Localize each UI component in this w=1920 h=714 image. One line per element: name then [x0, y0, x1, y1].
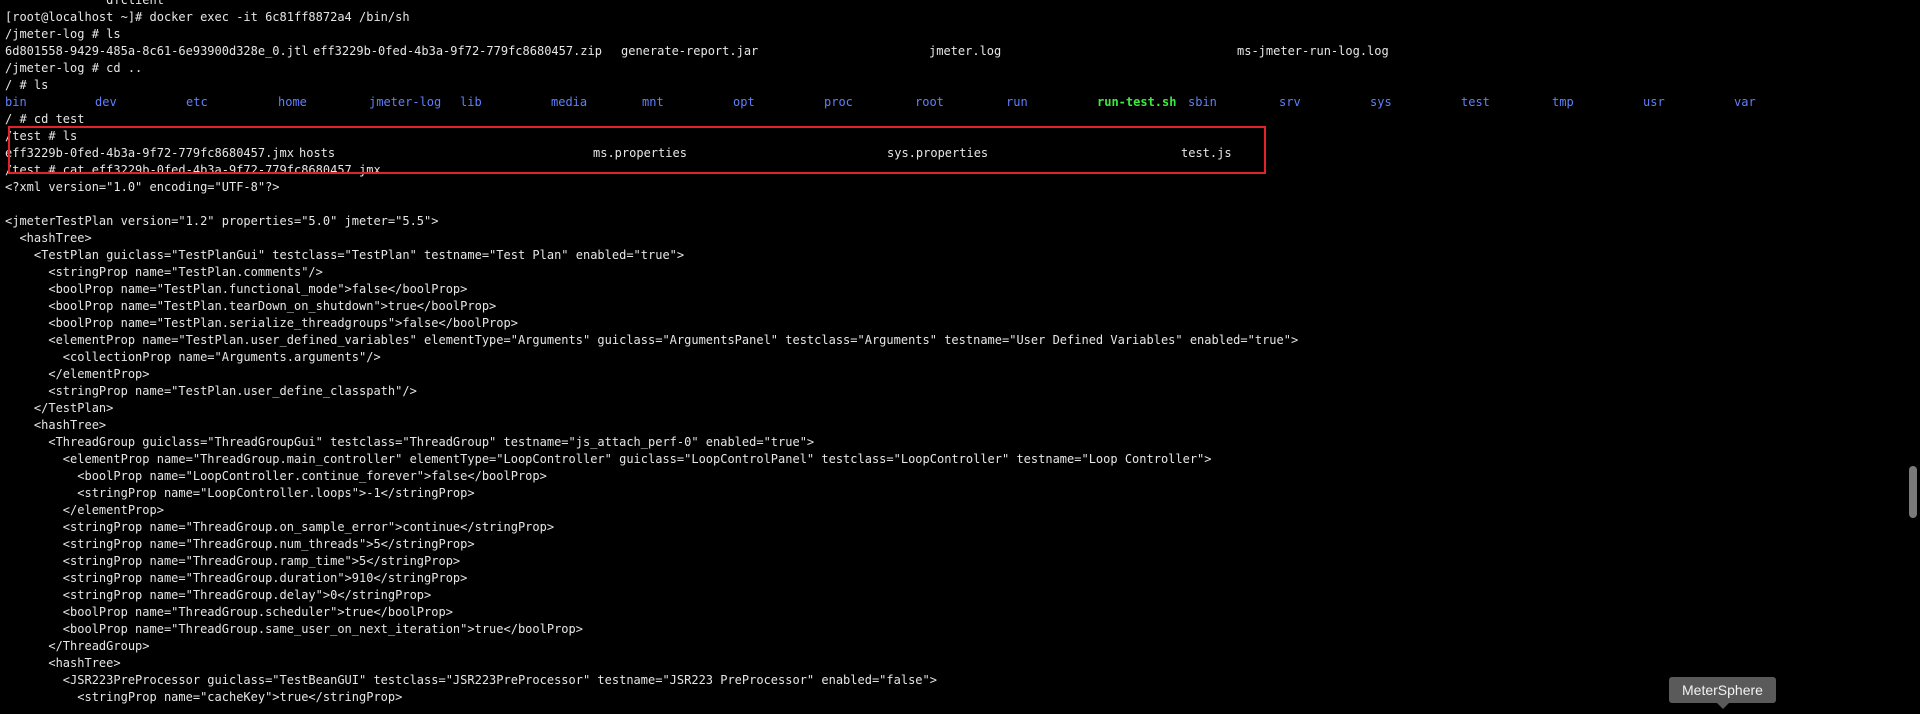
terminal-line: /jmeter-log # ls — [5, 27, 121, 41]
xml-line: <TestPlan guiclass="TestPlanGui" testcla… — [5, 248, 685, 262]
xml-line: <boolProp name="TestPlan.tearDown_on_shu… — [5, 299, 497, 313]
listing-dir: sys — [1370, 95, 1392, 109]
listing-dir: jmeter-log — [369, 95, 442, 109]
terminal-line: / # ls — [5, 78, 49, 92]
listing-dir: run — [1006, 95, 1028, 109]
listing-dir: etc — [186, 95, 208, 109]
xml-line: <stringProp name="ThreadGroup.duration">… — [5, 571, 468, 585]
listing-dir: var — [1734, 95, 1756, 109]
listing-file: 6d801558-9429-485a-8c61-6e93900d328e_0.j… — [5, 44, 309, 58]
listing-dir: bin — [5, 95, 27, 109]
terminal-line: /test # cat eff3229b-0fed-4b3a-9f72-779f… — [5, 163, 381, 177]
xml-line: <collectionProp name="Arguments.argument… — [5, 350, 381, 364]
listing-dir: dev — [95, 95, 117, 109]
listing-file: hosts — [299, 146, 336, 160]
xml-line: <elementProp name="TestPlan.user_defined… — [5, 333, 1299, 347]
xml-line: <elementProp name="ThreadGroup.main_cont… — [5, 452, 1212, 466]
terminal-window[interactable]: dfclient [root@localhost ~]# docker exec… — [0, 0, 1920, 714]
listing-dir: proc — [824, 95, 853, 109]
vertical-scrollbar[interactable] — [1906, 0, 1920, 714]
xml-line: </elementProp> — [5, 503, 164, 517]
listing-file: test.js — [1181, 146, 1232, 160]
xml-line: <hashTree> — [5, 656, 121, 670]
terminal-line: / # cd test — [5, 112, 85, 126]
xml-line: <stringProp name="TestPlan.comments"/> — [5, 265, 323, 279]
scrollbar-thumb[interactable] — [1909, 466, 1917, 518]
xml-line: <hashTree> — [5, 231, 92, 245]
listing-dir: usr — [1643, 95, 1665, 109]
listing-dir: media — [551, 95, 588, 109]
xml-line: </TestPlan> — [5, 401, 114, 415]
xml-line: <stringProp name="ThreadGroup.delay">0</… — [5, 588, 432, 602]
listing-executable: run-test.sh — [1097, 95, 1177, 109]
jmeter-log-listing: 6d801558-9429-485a-8c61-6e93900d328e_0.j… — [5, 43, 1389, 60]
xml-line: <ThreadGroup guiclass="ThreadGroupGui" t… — [5, 435, 815, 449]
xml-line: <stringProp name="TestPlan.user_define_c… — [5, 384, 417, 398]
xml-line: <stringProp name="ThreadGroup.ramp_time"… — [5, 554, 461, 568]
xml-line: <?xml version="1.0" encoding="UTF-8"?> — [5, 180, 280, 194]
metersphere-tooltip: MeterSphere — [1669, 677, 1776, 703]
xml-line: <stringProp name="ThreadGroup.num_thread… — [5, 537, 475, 551]
terminal-line: /jmeter-log # cd .. — [5, 61, 143, 75]
xml-line: </ThreadGroup> — [5, 639, 150, 653]
xml-line: <stringProp name="ThreadGroup.on_sample_… — [5, 520, 555, 534]
xml-line: <boolProp name="LoopController.continue_… — [5, 469, 547, 483]
terminal-output: dfclient [root@localhost ~]# docker exec… — [5, 0, 1756, 706]
xml-line: <stringProp name="cacheKey">true</string… — [5, 690, 403, 704]
listing-dir: sbin — [1188, 95, 1217, 109]
listing-dir: lib — [460, 95, 482, 109]
listing-dir: mnt — [642, 95, 664, 109]
listing-dir: home — [278, 95, 307, 109]
root-listing: bin dev etc home jmeter-log lib media mn… — [5, 94, 1756, 111]
listing-file: eff3229b-0fed-4b3a-9f72-779fc8680457.jmx — [5, 146, 294, 160]
terminal-line: /test # ls — [5, 129, 78, 143]
xml-line: <boolProp name="TestPlan.functional_mode… — [5, 282, 468, 296]
xml-line: <JSR223PreProcessor guiclass="TestBeanGU… — [5, 673, 937, 687]
xml-line: </elementProp> — [5, 367, 150, 381]
listing-file: ms.properties — [593, 146, 687, 160]
xml-line: <jmeterTestPlan version="1.2" properties… — [5, 214, 439, 228]
listing-dir: root — [915, 95, 944, 109]
xml-line: <boolProp name="TestPlan.serialize_threa… — [5, 316, 518, 330]
xml-line: <hashTree> — [5, 418, 107, 432]
listing-dir: srv — [1279, 95, 1301, 109]
terminal-line: [root@localhost ~]# docker exec -it 6c81… — [5, 10, 410, 24]
xml-line: <boolProp name="ThreadGroup.scheduler">t… — [5, 605, 453, 619]
tooltip-arrow — [1716, 702, 1730, 709]
listing-file: generate-report.jar — [621, 44, 759, 58]
terminal-line: dfclient — [5, 0, 164, 7]
listing-dir: test — [1461, 95, 1490, 109]
listing-file: eff3229b-0fed-4b3a-9f72-779fc8680457.zip — [313, 44, 602, 58]
test-listing: eff3229b-0fed-4b3a-9f72-779fc8680457.jmx… — [5, 145, 1298, 162]
xml-line — [5, 196, 1298, 213]
listing-file: sys.properties — [887, 146, 989, 160]
listing-file: ms-jmeter-run-log.log — [1237, 44, 1389, 58]
listing-dir: tmp — [1552, 95, 1574, 109]
listing-file: jmeter.log — [929, 44, 1002, 58]
listing-dir: opt — [733, 95, 755, 109]
xml-line: <stringProp name="LoopController.loops">… — [5, 486, 475, 500]
xml-line: <boolProp name="ThreadGroup.same_user_on… — [5, 622, 583, 636]
